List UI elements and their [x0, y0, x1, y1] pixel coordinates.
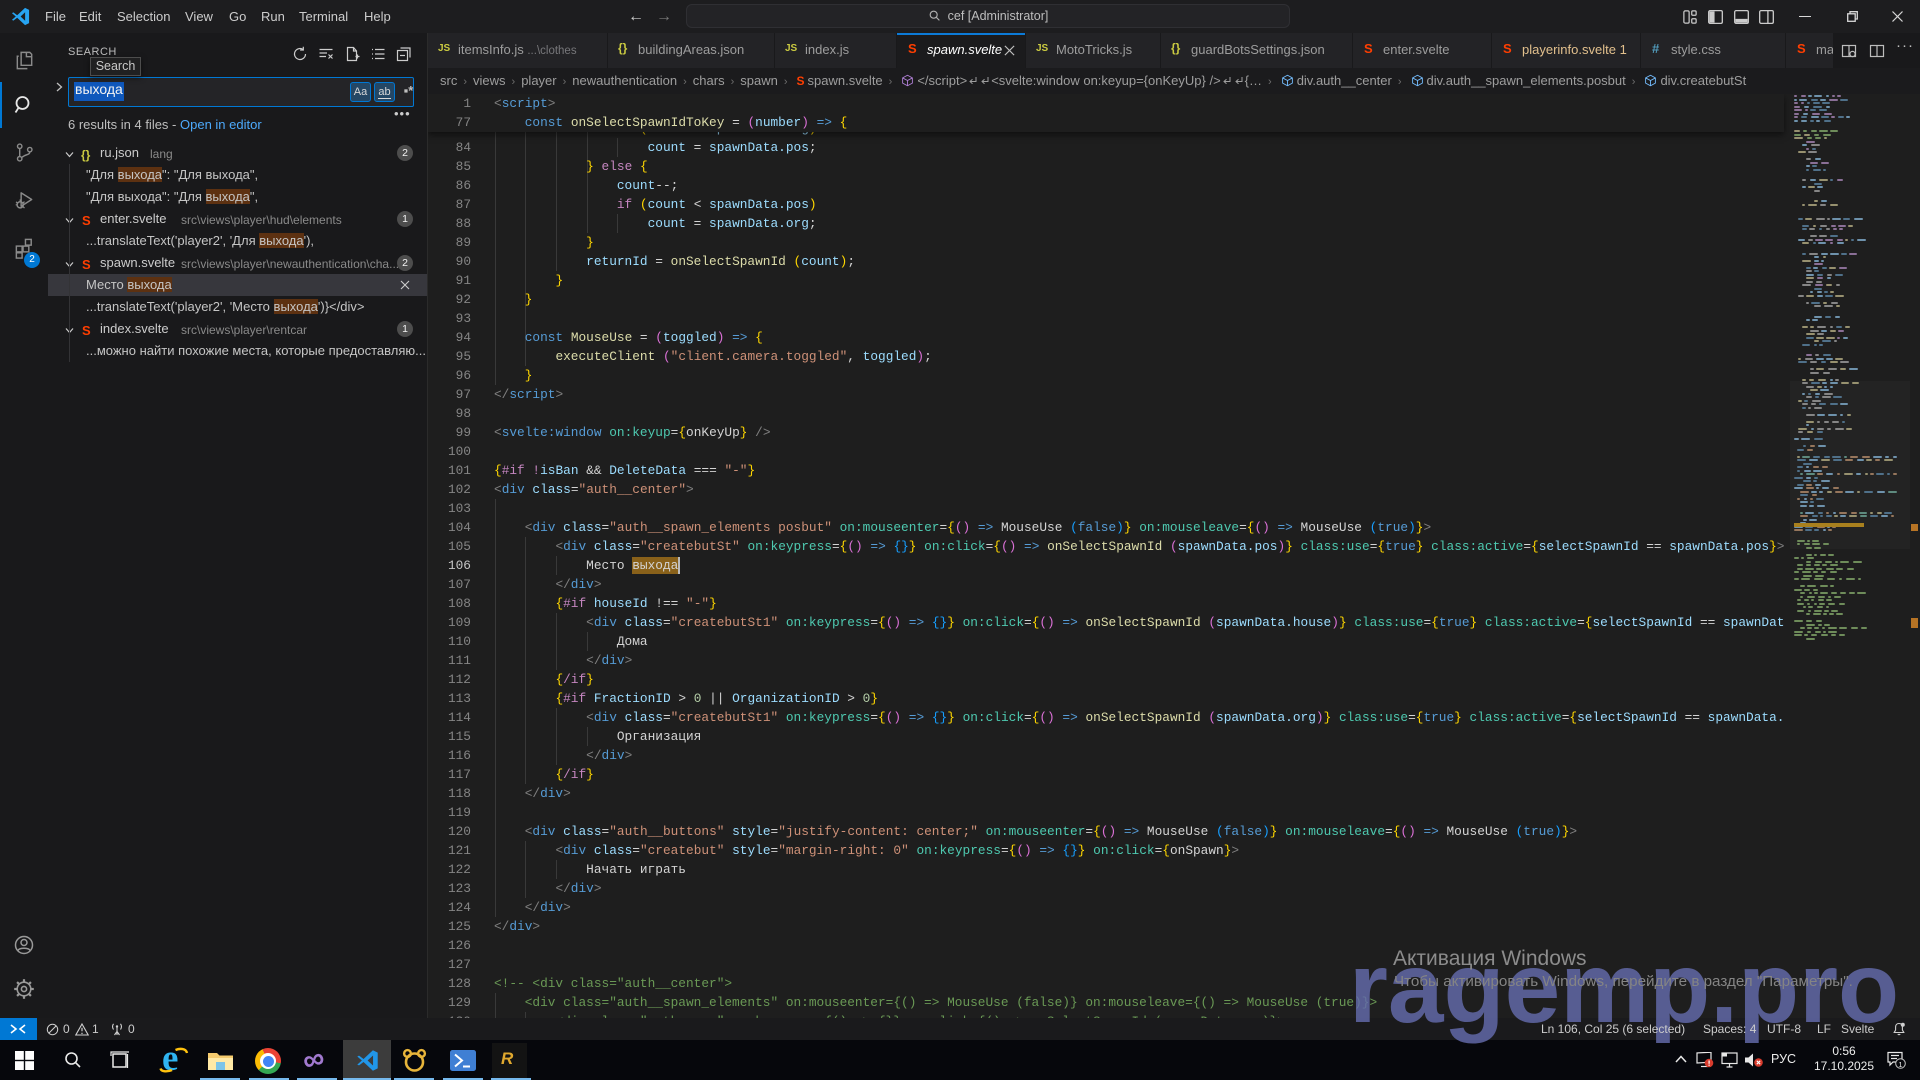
svg-text:1: 1	[1898, 1060, 1902, 1069]
